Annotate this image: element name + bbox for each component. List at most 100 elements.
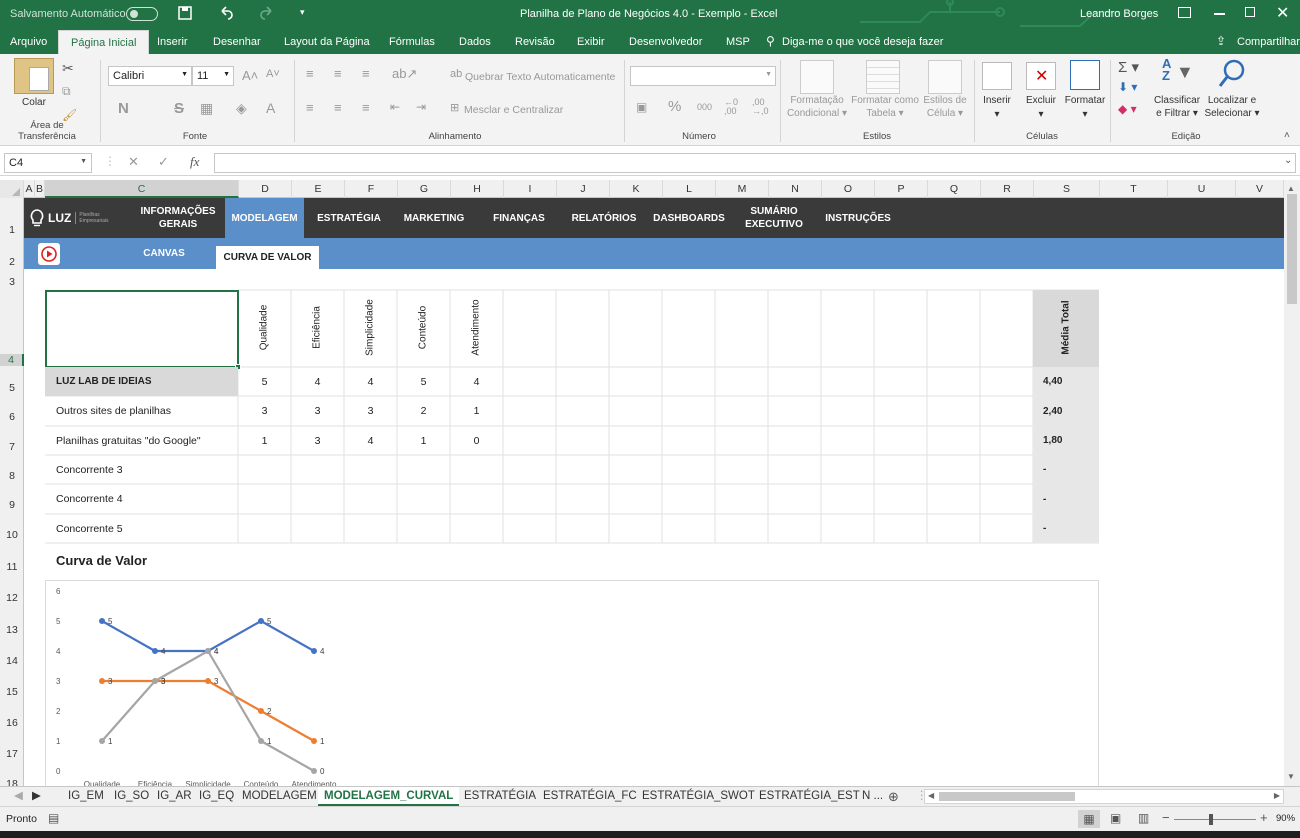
bold-button[interactable]: N <box>118 100 129 117</box>
orientation-icon[interactable]: ab↗ <box>392 66 417 82</box>
minimize-icon[interactable] <box>1214 13 1225 15</box>
ribbon-display-options-icon[interactable] <box>1178 7 1191 18</box>
autosave-toggle[interactable] <box>126 7 158 21</box>
find-select-button[interactable]: Localizar e Selecionar ▾ <box>1202 94 1262 120</box>
clear-icon[interactable]: ◆ ▾ <box>1118 102 1137 116</box>
score-r2-c5[interactable]: 1 <box>450 396 503 426</box>
undo-icon[interactable] <box>218 5 234 21</box>
selected-cell-c4[interactable] <box>45 290 239 368</box>
sheet-tab-modelagem[interactable]: MODELAGEM <box>242 787 317 806</box>
paste-button[interactable]: Colar <box>14 96 54 109</box>
macro-record-icon[interactable]: ▤ <box>48 811 59 825</box>
col-header-b[interactable]: B <box>35 180 45 198</box>
row-header-8[interactable]: 8 <box>0 470 24 482</box>
col-header-r[interactable]: R <box>981 180 1034 198</box>
tab-exibir[interactable]: Exibir <box>577 30 605 54</box>
avg-r3[interactable]: 1,80 <box>1043 426 1062 455</box>
sheet-tab-ig-ar[interactable]: IG_AR <box>157 787 192 806</box>
format-as-table-button[interactable]: Formatar como Tabela ▾ <box>850 94 920 120</box>
col-header-p[interactable]: P <box>875 180 928 198</box>
copy-icon[interactable]: ⧉ <box>62 84 71 99</box>
row-header-15[interactable]: 15 <box>0 686 24 698</box>
collapse-ribbon-icon[interactable]: ˄ <box>1284 130 1290 141</box>
close-icon[interactable]: ✕ <box>1276 3 1289 23</box>
row-name-3[interactable]: Planilhas gratuitas "do Google" <box>56 426 201 455</box>
tab-msp[interactable]: MSP <box>726 30 750 54</box>
col-header-o[interactable]: O <box>822 180 875 198</box>
col-header-i[interactable]: I <box>504 180 557 198</box>
nav-modelagem[interactable]: MODELAGEM <box>225 198 304 238</box>
scroll-left-icon[interactable]: ◀ <box>928 791 934 800</box>
zoom-in-icon[interactable]: + <box>1260 810 1268 825</box>
tab-inserir[interactable]: Inserir <box>157 30 188 54</box>
score-r3-c5[interactable]: 0 <box>450 426 503 455</box>
nav-financas[interactable]: FINANÇAS <box>479 198 559 238</box>
row-header-13[interactable]: 13 <box>0 624 24 636</box>
sheet-tab-modelagem-curval[interactable]: MODELAGEM_CURVAL <box>318 787 460 806</box>
decrease-decimal-icon[interactable]: ,00 →,0 <box>752 98 769 116</box>
enter-formula-icon[interactable]: ✓ <box>158 154 169 170</box>
sheet-tab-ig-so[interactable]: IG_SO <box>114 787 149 806</box>
wrap-text-button[interactable]: Quebrar Texto Automaticamente <box>465 71 615 83</box>
font-color-icon[interactable]: A <box>266 100 275 116</box>
zoom-level[interactable]: 90% <box>1276 813 1295 824</box>
row-header-9[interactable]: 9 <box>0 499 24 511</box>
cut-icon[interactable]: ✂ <box>62 60 74 77</box>
expand-formula-icon[interactable]: ⌄ <box>1284 155 1292 166</box>
align-top-icon[interactable]: ≡ <box>306 66 314 81</box>
select-all-corner[interactable] <box>0 180 24 198</box>
row-name-1[interactable]: LUZ LAB DE IDEIAS <box>56 367 152 396</box>
col-header-d[interactable]: D <box>239 180 292 198</box>
restore-icon[interactable] <box>1245 7 1255 17</box>
page-layout-view-icon[interactable]: ▣ <box>1110 811 1121 825</box>
score-r1-c2[interactable]: 4 <box>291 367 344 396</box>
col-header-v[interactable]: V <box>1236 180 1284 198</box>
video-play-icon[interactable] <box>38 243 60 265</box>
nav-marketing[interactable]: MARKETING <box>394 198 474 238</box>
row-header-12[interactable]: 12 <box>0 592 24 604</box>
comma-style-icon[interactable]: 000 <box>697 102 712 112</box>
avg-r4[interactable]: - <box>1043 455 1046 484</box>
row-header-2[interactable]: 2 <box>0 256 24 268</box>
merge-center-button[interactable]: Mesclar e Centralizar <box>464 104 563 116</box>
tab-desenhar[interactable]: Desenhar <box>213 30 261 54</box>
subnav-curva-de-valor[interactable]: CURVA DE VALOR <box>216 246 319 269</box>
delete-cells-button[interactable]: Excluir <box>1020 94 1062 107</box>
format-cells-icon[interactable] <box>1070 60 1100 90</box>
subnav-canvas[interactable]: CANVAS <box>136 238 192 269</box>
sheet-tab-ig-eq[interactable]: IG_EQ <box>199 787 234 806</box>
score-r2-c4[interactable]: 2 <box>397 396 450 426</box>
col-header-f[interactable]: F <box>345 180 398 198</box>
col-header-a[interactable]: A <box>24 180 35 198</box>
avg-r5[interactable]: - <box>1043 484 1046 514</box>
align-center-icon[interactable]: ≡ <box>334 100 342 115</box>
nav-dashboards[interactable]: DASHBOARDS <box>649 198 729 238</box>
scroll-down-icon[interactable]: ▼ <box>1287 772 1295 781</box>
sort-filter-icon[interactable]: AZ <box>1162 57 1171 82</box>
zoom-slider[interactable] <box>1174 819 1256 820</box>
row-header-6[interactable]: 6 <box>0 411 24 423</box>
row-header-14[interactable]: 14 <box>0 655 24 667</box>
tab-revisao[interactable]: Revisão <box>515 30 555 54</box>
zoom-out-icon[interactable]: − <box>1162 810 1170 825</box>
row-header-4[interactable]: 4 <box>0 354 24 366</box>
align-right-icon[interactable]: ≡ <box>362 100 370 115</box>
delete-cells-icon[interactable]: ✕ <box>1026 62 1056 90</box>
row-header-7[interactable]: 7 <box>0 441 24 453</box>
decrease-font-icon[interactable]: A˅ <box>266 68 280 80</box>
conditional-format-button[interactable]: Formatação Condicional ▾ <box>782 94 852 120</box>
col-header-l[interactable]: L <box>663 180 716 198</box>
nav-estrategia[interactable]: ESTRATÉGIA <box>309 198 389 238</box>
vertical-scroll-thumb[interactable] <box>1287 194 1297 304</box>
accounting-format-icon[interactable]: ▣ <box>636 100 647 114</box>
score-r1-c5[interactable]: 4 <box>450 367 503 396</box>
nav-informacoes-gerais[interactable]: INFORMAÇÕES GERAIS <box>134 198 222 238</box>
paste-icon[interactable] <box>14 58 54 94</box>
cancel-formula-icon[interactable]: ✕ <box>128 154 139 170</box>
tell-me-input[interactable]: Diga-me o que você deseja fazer <box>782 30 943 54</box>
page-break-view-icon[interactable]: ▥ <box>1138 811 1149 825</box>
customize-qat-icon[interactable]: ▾ <box>300 7 305 18</box>
find-select-icon[interactable] <box>1218 58 1246 90</box>
sheet-tab-estrategia-swot[interactable]: ESTRATÉGIA_SWOT <box>642 787 755 806</box>
sheet-tab-estrategia-est[interactable]: ESTRATÉGIA_EST <box>759 787 860 806</box>
